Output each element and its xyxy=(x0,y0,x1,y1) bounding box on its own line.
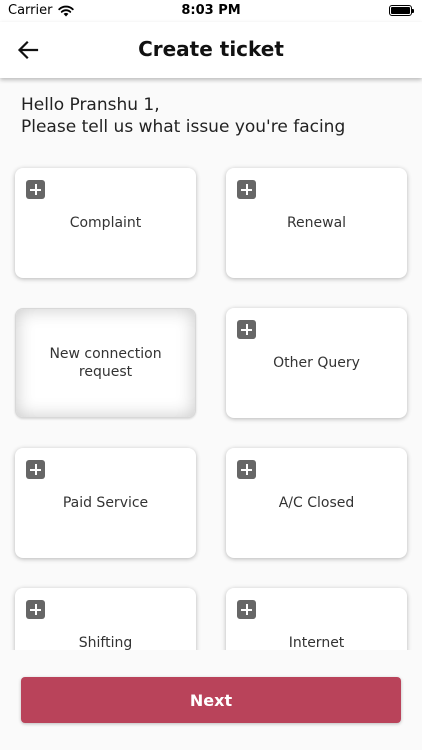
clock: 8:03 PM xyxy=(181,3,241,18)
app-bar: Create ticket xyxy=(0,22,422,78)
greeting-text: Hello Pranshu 1, Please tell us what iss… xyxy=(21,94,345,138)
issue-card[interactable]: New connection request xyxy=(15,308,196,418)
battery-icon xyxy=(389,5,414,16)
bottom-bar: Next xyxy=(0,650,422,750)
issue-card-label: New connection request xyxy=(49,346,162,380)
page-title: Create ticket xyxy=(138,37,284,61)
issue-card-label: Complaint xyxy=(69,215,142,231)
issue-card-label: Renewal xyxy=(286,215,347,231)
issue-card[interactable]: Other Query xyxy=(226,308,407,418)
issue-card-label: A/C Closed xyxy=(278,495,355,511)
issue-card-label: Other Query xyxy=(273,355,360,371)
issue-card[interactable]: Renewal xyxy=(226,168,407,278)
issue-card-label: Paid Service xyxy=(62,495,149,511)
issue-card[interactable]: Complaint xyxy=(15,168,196,278)
battery-level xyxy=(391,7,410,14)
battery-tip xyxy=(412,9,414,13)
create-ticket-screen: Carrier 8:03 PM Create ticket Hello Pran… xyxy=(0,0,422,750)
next-button[interactable]: Next xyxy=(21,677,401,723)
greeting-line-1: Hello Pranshu 1, xyxy=(21,95,160,115)
issue-card[interactable]: Paid Service xyxy=(15,448,196,558)
status-bar: Carrier 8:03 PM xyxy=(0,0,422,22)
issue-card[interactable]: A/C Closed xyxy=(226,448,407,558)
greeting-line-2: Please tell us what issue you're facing xyxy=(21,117,346,137)
